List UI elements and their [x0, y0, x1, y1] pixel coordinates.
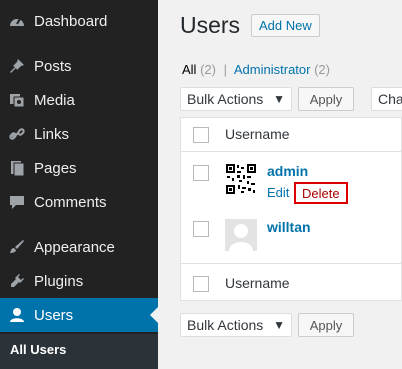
- sidebar-item-plugins[interactable]: Plugins: [0, 264, 158, 298]
- users-table: Username admin Edit Delete willtan Usern…: [180, 117, 402, 301]
- sidebar-item-comments[interactable]: Comments: [0, 185, 158, 219]
- chevron-down-icon: ▼: [273, 318, 285, 332]
- row-checkbox[interactable]: [193, 165, 209, 181]
- sidebar-item-pages[interactable]: Pages: [0, 151, 158, 185]
- add-new-button[interactable]: Add New: [251, 14, 320, 37]
- plug-icon: [7, 271, 27, 291]
- user-icon: [7, 305, 27, 325]
- qr-avatar-icon: [225, 163, 257, 195]
- sidebar-item-label: Media: [34, 91, 75, 109]
- username-link[interactable]: admin: [267, 163, 308, 179]
- sidebar-item-links[interactable]: Links: [0, 117, 158, 151]
- link-icon: [7, 124, 27, 144]
- column-header-username[interactable]: Username: [225, 126, 290, 142]
- view-all-label[interactable]: All: [182, 62, 196, 77]
- media-icon: [7, 90, 27, 110]
- sidebar-item-label: Plugins: [34, 272, 84, 290]
- select-all-checkbox-top[interactable]: [193, 127, 209, 143]
- sidebar-item-users[interactable]: Users: [0, 298, 158, 332]
- divider: [181, 151, 402, 152]
- sidebar-item-label: Comments: [34, 193, 107, 211]
- sidebar-item-dashboard[interactable]: Dashboard: [0, 4, 158, 38]
- main-content: Users Add New All (2) | Administrator (2…: [158, 0, 402, 369]
- delete-link[interactable]: Delete: [294, 182, 348, 204]
- sidebar-item-label: Pages: [34, 159, 77, 177]
- paintbrush-icon: [7, 237, 27, 257]
- sidebar-item-label: Posts: [34, 57, 72, 75]
- comment-icon: [7, 192, 27, 212]
- sidebar-item-label: Links: [34, 125, 70, 143]
- bulk-actions-select-bottom[interactable]: Bulk Actions ▼: [180, 313, 292, 337]
- divider: [181, 263, 402, 264]
- pushpin-icon: [7, 56, 27, 76]
- page-title: Users: [180, 12, 241, 38]
- bulk-actions-label: Bulk Actions: [187, 91, 264, 107]
- avatar: [225, 219, 257, 251]
- chevron-down-icon: ▼: [273, 92, 285, 106]
- select-all-checkbox-bottom[interactable]: [193, 276, 209, 292]
- username-link[interactable]: willtan: [267, 219, 311, 235]
- users-submenu: All Users: [0, 334, 158, 369]
- row-checkbox[interactable]: [193, 221, 209, 237]
- apply-button-bottom[interactable]: Apply: [298, 313, 354, 337]
- view-separator: |: [223, 62, 227, 77]
- admin-sidebar: Dashboard Posts Media Links Pages Commen…: [0, 0, 158, 369]
- view-all-count: (2): [200, 62, 216, 77]
- sidebar-item-media[interactable]: Media: [0, 83, 158, 117]
- bulk-actions-label: Bulk Actions: [187, 317, 264, 333]
- sidebar-item-appearance[interactable]: Appearance: [0, 230, 158, 264]
- bulk-actions-select-top[interactable]: Bulk Actions ▼: [180, 87, 292, 111]
- submenu-item-all-users[interactable]: All Users: [10, 342, 66, 357]
- user-role-views: All (2) | Administrator (2): [182, 62, 330, 77]
- view-administrator-count: (2): [314, 62, 330, 77]
- page-icon: [7, 158, 27, 178]
- view-administrator-link[interactable]: Administrator: [234, 62, 311, 77]
- apply-button-top[interactable]: Apply: [298, 87, 354, 111]
- active-indicator: [150, 307, 158, 323]
- dashboard-icon: [7, 11, 27, 31]
- sidebar-item-posts[interactable]: Posts: [0, 49, 158, 83]
- default-avatar-icon: [229, 224, 253, 251]
- sidebar-item-label: Users: [34, 306, 74, 324]
- change-role-label: Cha: [378, 91, 402, 107]
- column-footer-username[interactable]: Username: [225, 275, 290, 291]
- change-role-select[interactable]: Cha: [371, 87, 402, 111]
- edit-link[interactable]: Edit: [267, 185, 289, 200]
- sidebar-item-label: Dashboard: [34, 12, 108, 30]
- sidebar-item-label: Appearance: [34, 238, 115, 256]
